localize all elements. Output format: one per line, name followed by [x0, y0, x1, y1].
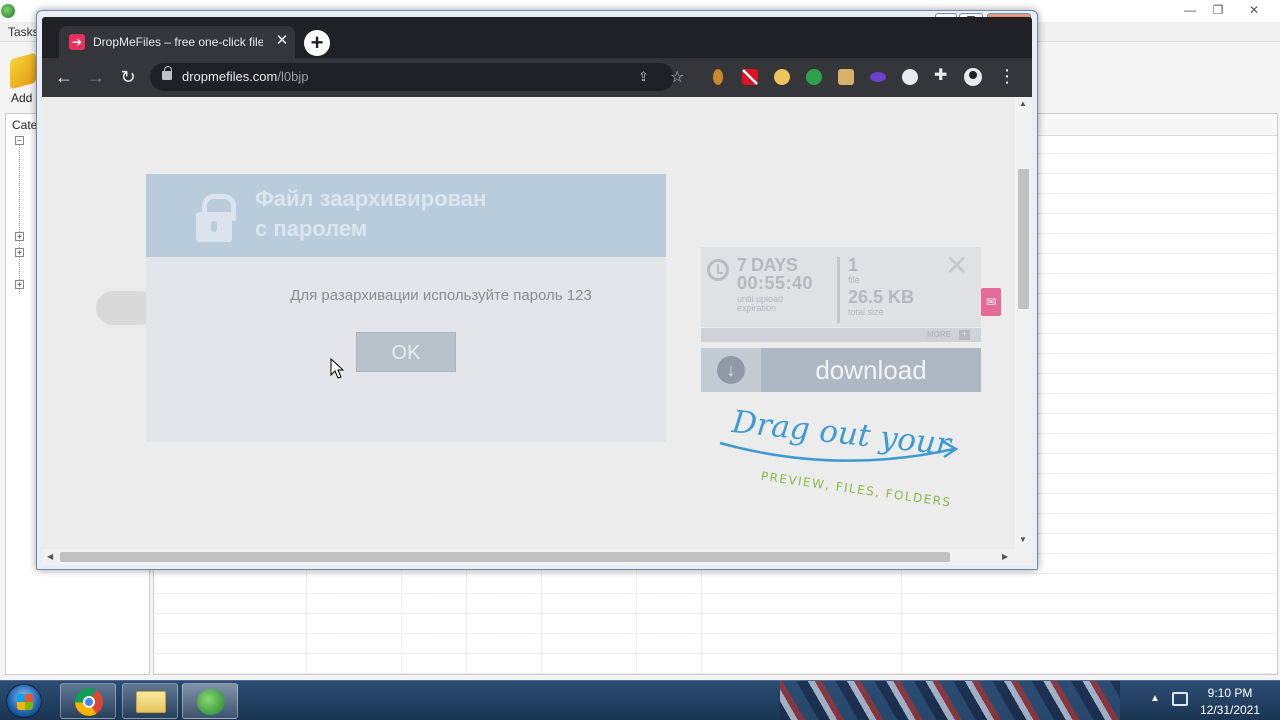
drag-arrow-icon: [719, 439, 959, 462]
column-divider: [636, 564, 637, 674]
dialog-title-line1: Файл заархивирован: [255, 186, 487, 211]
clock-icon: [707, 259, 729, 281]
tab-title: DropMeFiles – free one-click file: [93, 35, 263, 49]
clock-time[interactable]: 9:10 PM: [1190, 686, 1270, 700]
ok-button[interactable]: OK: [356, 332, 456, 372]
bookmark-star-icon[interactable]: ☆: [670, 67, 684, 87]
download-arrow-icon: ↓: [717, 356, 745, 384]
feedback-icon[interactable]: ✉: [981, 288, 1001, 316]
tree-expander[interactable]: +: [15, 232, 24, 241]
taskbar-chrome-button[interactable]: [60, 683, 116, 719]
extension-icon[interactable]: [806, 69, 822, 85]
more-label: MORE: [927, 330, 951, 339]
taskbar: ▲ 9:10 PM 12/31/2021: [0, 680, 1280, 720]
scroll-down-arrow-icon[interactable]: ▼: [1019, 535, 1027, 544]
download-icon-box: ↓: [701, 348, 761, 392]
extension-icon[interactable]: [870, 72, 886, 82]
tree-line: [19, 144, 20, 294]
new-tab-button[interactable]: +: [304, 30, 330, 56]
dialog-title-line2: с паролем: [255, 216, 368, 241]
back-arrow-icon[interactable]: ←: [52, 65, 76, 89]
profile-icon[interactable]: [964, 68, 982, 86]
start-button[interactable]: [6, 684, 42, 718]
plus-icon[interactable]: +: [959, 330, 970, 340]
windows-logo-icon: [17, 694, 33, 710]
share-icon[interactable]: ⇪: [638, 69, 649, 85]
column-divider: [306, 564, 307, 674]
dialog-message: Для разархивации используйте пароль 123: [290, 287, 592, 304]
column-divider: [901, 564, 902, 674]
total-size-label: total size: [848, 307, 884, 317]
page-viewport: Файл заархивирован с паролем Для разархи…: [42, 97, 1032, 565]
file-info-panel: 7 DAYS 00:55:40 until upload expiration …: [701, 247, 981, 327]
categories-label: Cate: [12, 118, 38, 132]
more-bar[interactable]: MORE +: [701, 328, 981, 342]
info-divider: [837, 257, 840, 323]
tree-expander[interactable]: +: [15, 248, 24, 257]
chrome-window: — ❐ ✕ ➔ DropMeFiles – free one-click fil…: [36, 10, 1038, 570]
dialog-header: Файл заархивирован с паролем: [146, 174, 666, 257]
expiration-time: 00:55:40: [737, 273, 814, 293]
tab-close-icon[interactable]: ✕: [273, 32, 291, 50]
extension-icon[interactable]: [713, 69, 723, 85]
file-count-label: file: [848, 275, 860, 285]
menu-tasks[interactable]: Tasks: [8, 25, 39, 39]
folder-icon: [136, 691, 166, 713]
tray-overflow-icon[interactable]: ▲: [1150, 693, 1160, 704]
total-size: 26.5 KB: [848, 287, 915, 307]
scroll-up-arrow-icon[interactable]: ▲: [1019, 99, 1027, 108]
download-label: download: [815, 355, 927, 385]
column-divider: [401, 564, 402, 674]
chrome-icon: [75, 688, 103, 716]
url-host: dropmefiles.com: [182, 69, 278, 84]
close-icon[interactable]: ✕: [945, 249, 968, 282]
extensions-puzzle-icon[interactable]: ✚: [934, 68, 950, 84]
reload-icon[interactable]: ↻: [116, 65, 140, 89]
tree-expander[interactable]: −: [15, 136, 24, 145]
forward-arrow-icon[interactable]: →: [84, 65, 108, 89]
column-divider: [541, 564, 542, 674]
lock-icon: [196, 194, 236, 242]
wallpaper-strip: [780, 681, 1120, 720]
column-divider: [466, 564, 467, 674]
network-icon[interactable]: [1172, 692, 1188, 706]
expiration-caption-line2: expiration: [737, 303, 777, 313]
extension-icon[interactable]: [902, 69, 918, 85]
url-path: /l0bjp: [277, 69, 309, 84]
file-count: 1: [848, 255, 859, 275]
vertical-scroll-thumb[interactable]: [1018, 169, 1029, 309]
password-dialog: Файл заархивирован с паролем Для разархи…: [146, 174, 666, 442]
dropmefiles-favicon-icon: ➔: [69, 34, 85, 50]
scroll-left-arrow-icon[interactable]: ◀: [47, 552, 53, 561]
chrome-icon-center: [83, 696, 95, 708]
browser-frame: ➔ DropMeFiles – free one-click file ✕ + …: [42, 17, 1032, 97]
horizontal-scrollbar[interactable]: ◀ ▶: [42, 549, 1032, 565]
bg-close-button[interactable]: ✕: [1242, 2, 1266, 18]
browser-toolbar: ← → ↻ dropmefiles.com/l0bjp ⇪ ☆ ✚ ⋮: [42, 58, 1032, 97]
vertical-scrollbar[interactable]: ▲ ▼: [1015, 97, 1032, 549]
horizontal-scroll-thumb[interactable]: [60, 552, 950, 562]
idm-icon: [197, 689, 225, 715]
bg-maximize-button[interactable]: ❐: [1206, 2, 1230, 18]
bg-minimize-button[interactable]: —: [1178, 2, 1202, 18]
address-bar[interactable]: dropmefiles.com/l0bjp ⇪ ☆: [150, 63, 684, 91]
extension-icon[interactable]: [774, 69, 790, 85]
taskbar-explorer-button[interactable]: [122, 683, 178, 719]
column-divider: [701, 564, 702, 674]
mouse-cursor-icon: [330, 358, 345, 379]
menu-kebab-icon[interactable]: ⋮: [998, 66, 1016, 86]
idm-app-icon: [1, 4, 15, 18]
tree-expander[interactable]: +: [15, 280, 24, 289]
lock-icon[interactable]: [162, 66, 172, 80]
taskbar-idm-button[interactable]: [182, 683, 238, 719]
url-text[interactable]: dropmefiles.com/l0bjp: [182, 69, 308, 84]
lock-keyhole: [211, 221, 217, 232]
download-button[interactable]: ↓ download: [701, 348, 981, 392]
add-url-icon[interactable]: [10, 52, 36, 90]
scroll-right-arrow-icon[interactable]: ▶: [1002, 552, 1008, 561]
tab-dropmefiles[interactable]: ➔ DropMeFiles – free one-click file ✕: [59, 26, 295, 58]
clock-date[interactable]: 12/31/2021: [1190, 703, 1270, 717]
extension-icon[interactable]: [838, 69, 854, 85]
extension-icon[interactable]: [742, 69, 758, 85]
